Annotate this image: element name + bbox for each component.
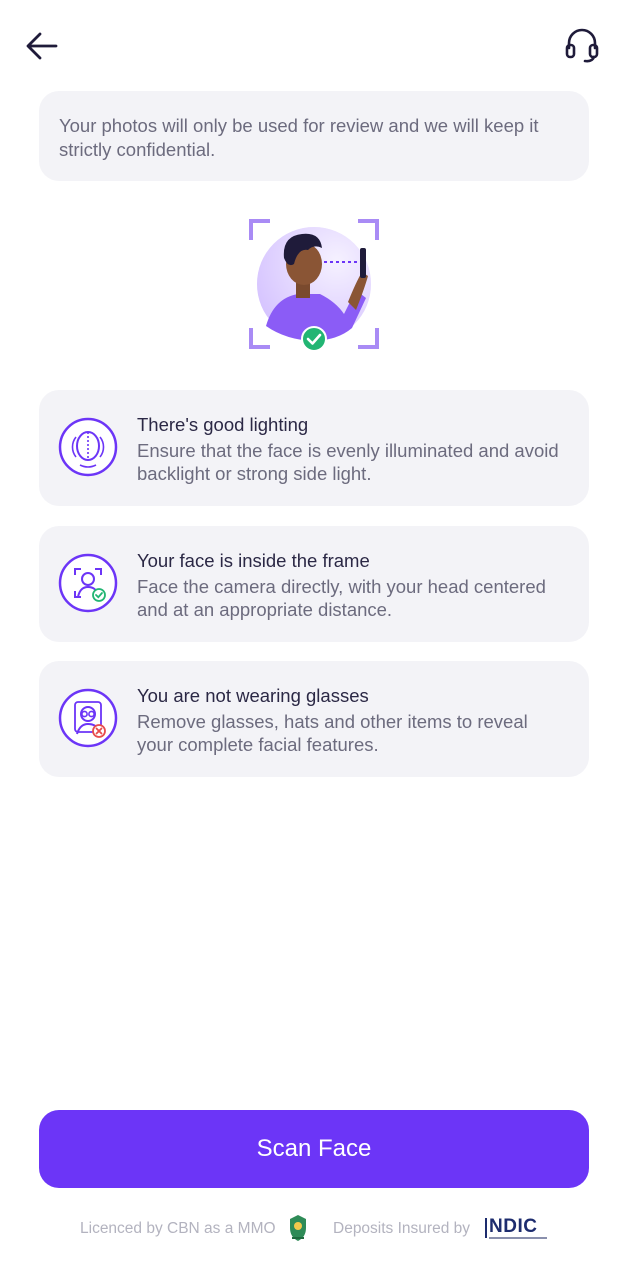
tip-description: Face the camera directly, with your head…	[137, 576, 546, 620]
cbn-logo-icon	[290, 1215, 306, 1241]
tip-card-frame: Your face is inside the frame Face the c…	[39, 526, 589, 642]
deposits-text: Deposits Insured by	[333, 1220, 470, 1237]
no-glasses-icon	[58, 688, 118, 748]
tip-title: You are not wearing glasses	[137, 685, 369, 706]
check-circle-icon	[301, 326, 327, 352]
face-lighting-icon	[58, 417, 118, 477]
footer: Licenced by CBN as a MMO Deposits Insure…	[0, 1212, 628, 1246]
privacy-notice: Your photos will only be used for review…	[39, 91, 589, 181]
support-button[interactable]	[562, 26, 602, 66]
face-scan-illustration	[248, 218, 380, 353]
ndic-logo: NDIC	[484, 1216, 548, 1242]
tip-card-glasses: You are not wearing glasses Remove glass…	[39, 661, 589, 777]
arrow-left-icon	[26, 32, 58, 60]
tip-card-lighting: There's good lighting Ensure that the fa…	[39, 390, 589, 506]
tip-description: Ensure that the face is evenly illuminat…	[137, 440, 559, 484]
privacy-notice-text: Your photos will only be used for review…	[59, 115, 539, 160]
tip-title: Your face is inside the frame	[137, 550, 370, 571]
top-bar	[0, 0, 628, 90]
tip-title: There's good lighting	[137, 414, 309, 435]
ndic-label: NDIC	[489, 1216, 538, 1237]
scan-face-button[interactable]: Scan Face	[39, 1110, 589, 1188]
licence-text: Licenced by CBN as a MMO	[80, 1220, 276, 1237]
back-button[interactable]	[24, 28, 60, 64]
headset-icon	[565, 28, 599, 63]
tip-description: Remove glasses, hats and other items to …	[137, 711, 528, 755]
face-frame-icon	[58, 553, 118, 613]
